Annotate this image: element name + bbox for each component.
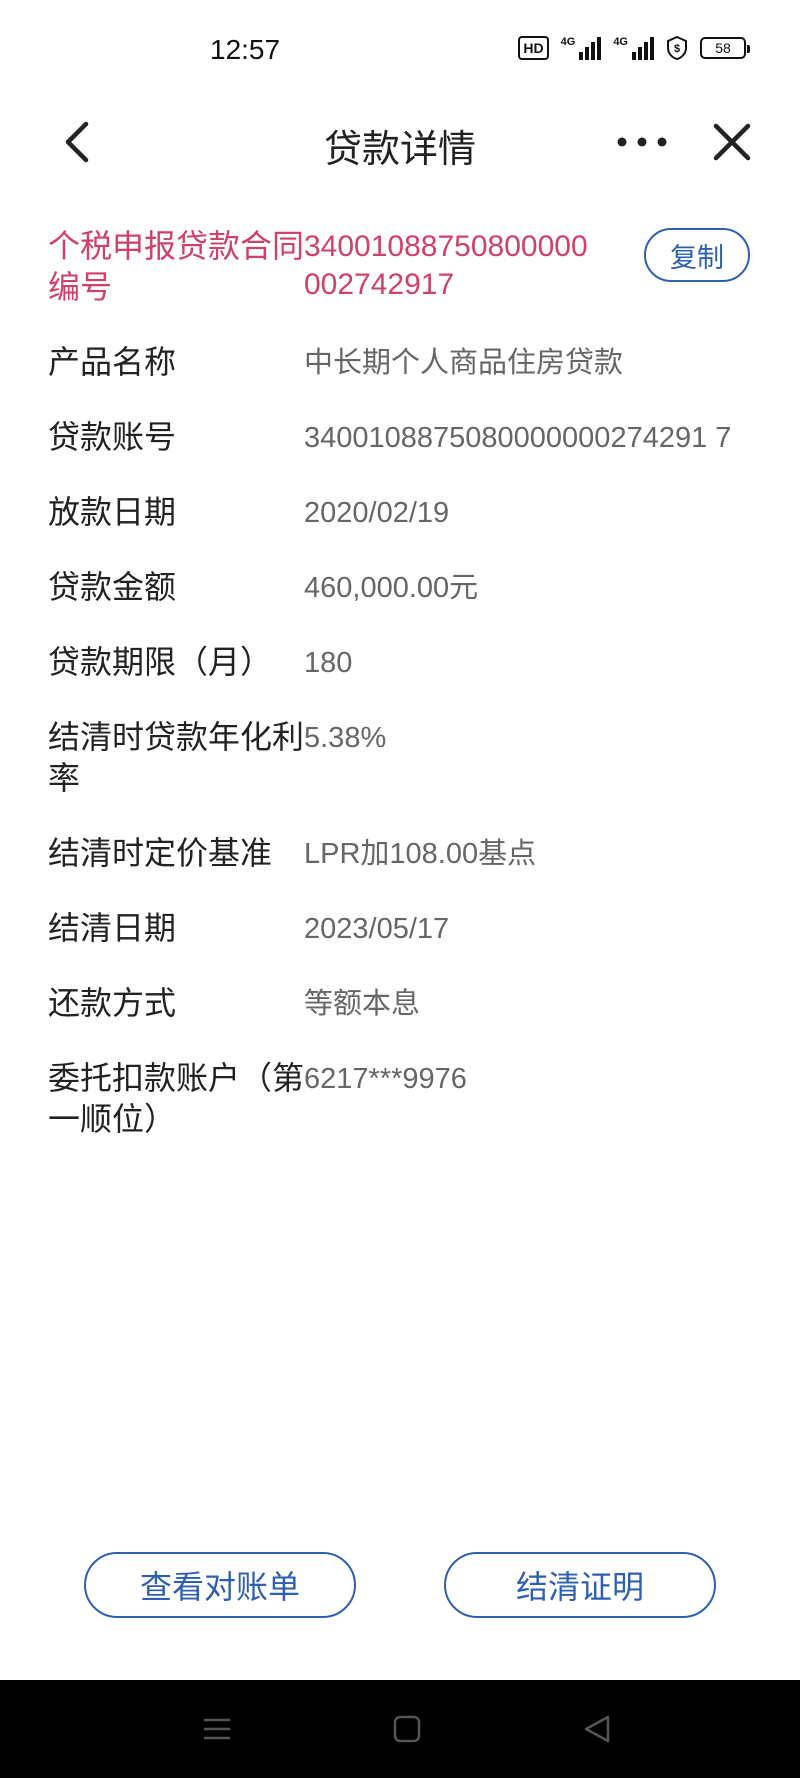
contract-number-value: 34001088750800000002742917 xyxy=(304,230,588,301)
detail-row: 结清时贷款年化利率 5.38% xyxy=(0,717,800,799)
loan-amount-label: 贷款金额 xyxy=(48,568,177,606)
settlement-date-value: 2023/05/17 xyxy=(304,913,450,945)
detail-row: 贷款金额 460,000.00元 xyxy=(0,567,800,608)
status-time: 12:57 xyxy=(210,34,281,65)
home-square-icon[interactable] xyxy=(390,1712,424,1746)
settlement-date-label: 结清日期 xyxy=(48,909,177,947)
detail-row: 放款日期 2020/02/19 xyxy=(0,492,800,533)
contract-number-label: 个税申报贷款合同编号 xyxy=(48,227,305,306)
loan-account-label: 贷款账号 xyxy=(48,418,177,456)
annual-rate-label: 结清时贷款年化利率 xyxy=(48,718,305,797)
detail-row: 贷款账号 3400108875080000000274291 7 xyxy=(0,417,800,458)
debit-account-label: 委托扣款账户（第一顺位） xyxy=(48,1059,305,1138)
signal-strength-icon: 4G xyxy=(561,36,602,60)
detail-row: 产品名称 中长期个人商品住房贷款 xyxy=(0,342,800,383)
battery-icon: 58 xyxy=(700,37,750,59)
back-triangle-icon[interactable] xyxy=(580,1712,614,1746)
settlement-certificate-button[interactable]: 结清证明 xyxy=(444,1552,716,1618)
annual-rate-value: 5.38% xyxy=(304,722,387,754)
product-name-label: 产品名称 xyxy=(48,343,177,381)
shield-dollar-icon: $ xyxy=(667,36,687,60)
nav-bar: 贷款详情 xyxy=(0,100,800,184)
detail-row: 委托扣款账户（第一顺位） 6217***9976 xyxy=(0,1058,800,1140)
svg-text:$: $ xyxy=(674,43,680,55)
debit-account-value: 6217***9976 xyxy=(304,1063,467,1095)
loan-account-value: 3400108875080000000274291 7 xyxy=(304,422,732,454)
page-title: 贷款详情 xyxy=(323,127,476,171)
loan-term-label: 贷款期限（月） xyxy=(48,643,273,681)
signal-strength-icon-2: 4G xyxy=(613,36,654,60)
repayment-method-label: 还款方式 xyxy=(48,984,177,1022)
repayment-method-value: 等额本息 xyxy=(304,988,421,1020)
hd-voice-icon: HD xyxy=(518,36,549,60)
close-icon[interactable] xyxy=(708,118,756,166)
menu-icon[interactable] xyxy=(200,1712,234,1746)
detail-row: 贷款期限（月） 180 xyxy=(0,642,800,683)
loan-amount-value: 460,000.00元 xyxy=(304,572,479,604)
disbursement-date-label: 放款日期 xyxy=(48,493,177,531)
product-name-value: 中长期个人商品住房贷款 xyxy=(304,347,624,379)
more-dots-icon[interactable] xyxy=(614,118,670,166)
contract-number-row: 个税申报贷款合同编号 34001088750800000002742917 复制 xyxy=(0,226,800,308)
detail-row: 结清日期 2023/05/17 xyxy=(0,908,800,949)
detail-row: 还款方式 等额本息 xyxy=(0,983,800,1024)
pricing-basis-label: 结清时定价基准 xyxy=(48,834,273,872)
detail-row: 结清时定价基准 LPR加108.00基点 xyxy=(0,833,800,874)
copy-button[interactable]: 复制 xyxy=(644,228,750,282)
status-bar: 12:57 HD 4G 4G $ 58 xyxy=(0,0,800,100)
loan-detail-list: 个税申报贷款合同编号 34001088750800000002742917 复制… xyxy=(0,226,800,1174)
status-icons: HD 4G 4G $ 58 xyxy=(518,36,750,60)
view-statement-button[interactable]: 查看对账单 xyxy=(84,1552,356,1618)
pricing-basis-value: LPR加108.00基点 xyxy=(304,838,537,870)
disbursement-date-value: 2020/02/19 xyxy=(304,497,450,529)
loan-term-value: 180 xyxy=(304,647,353,679)
system-nav-bar xyxy=(0,1680,800,1778)
